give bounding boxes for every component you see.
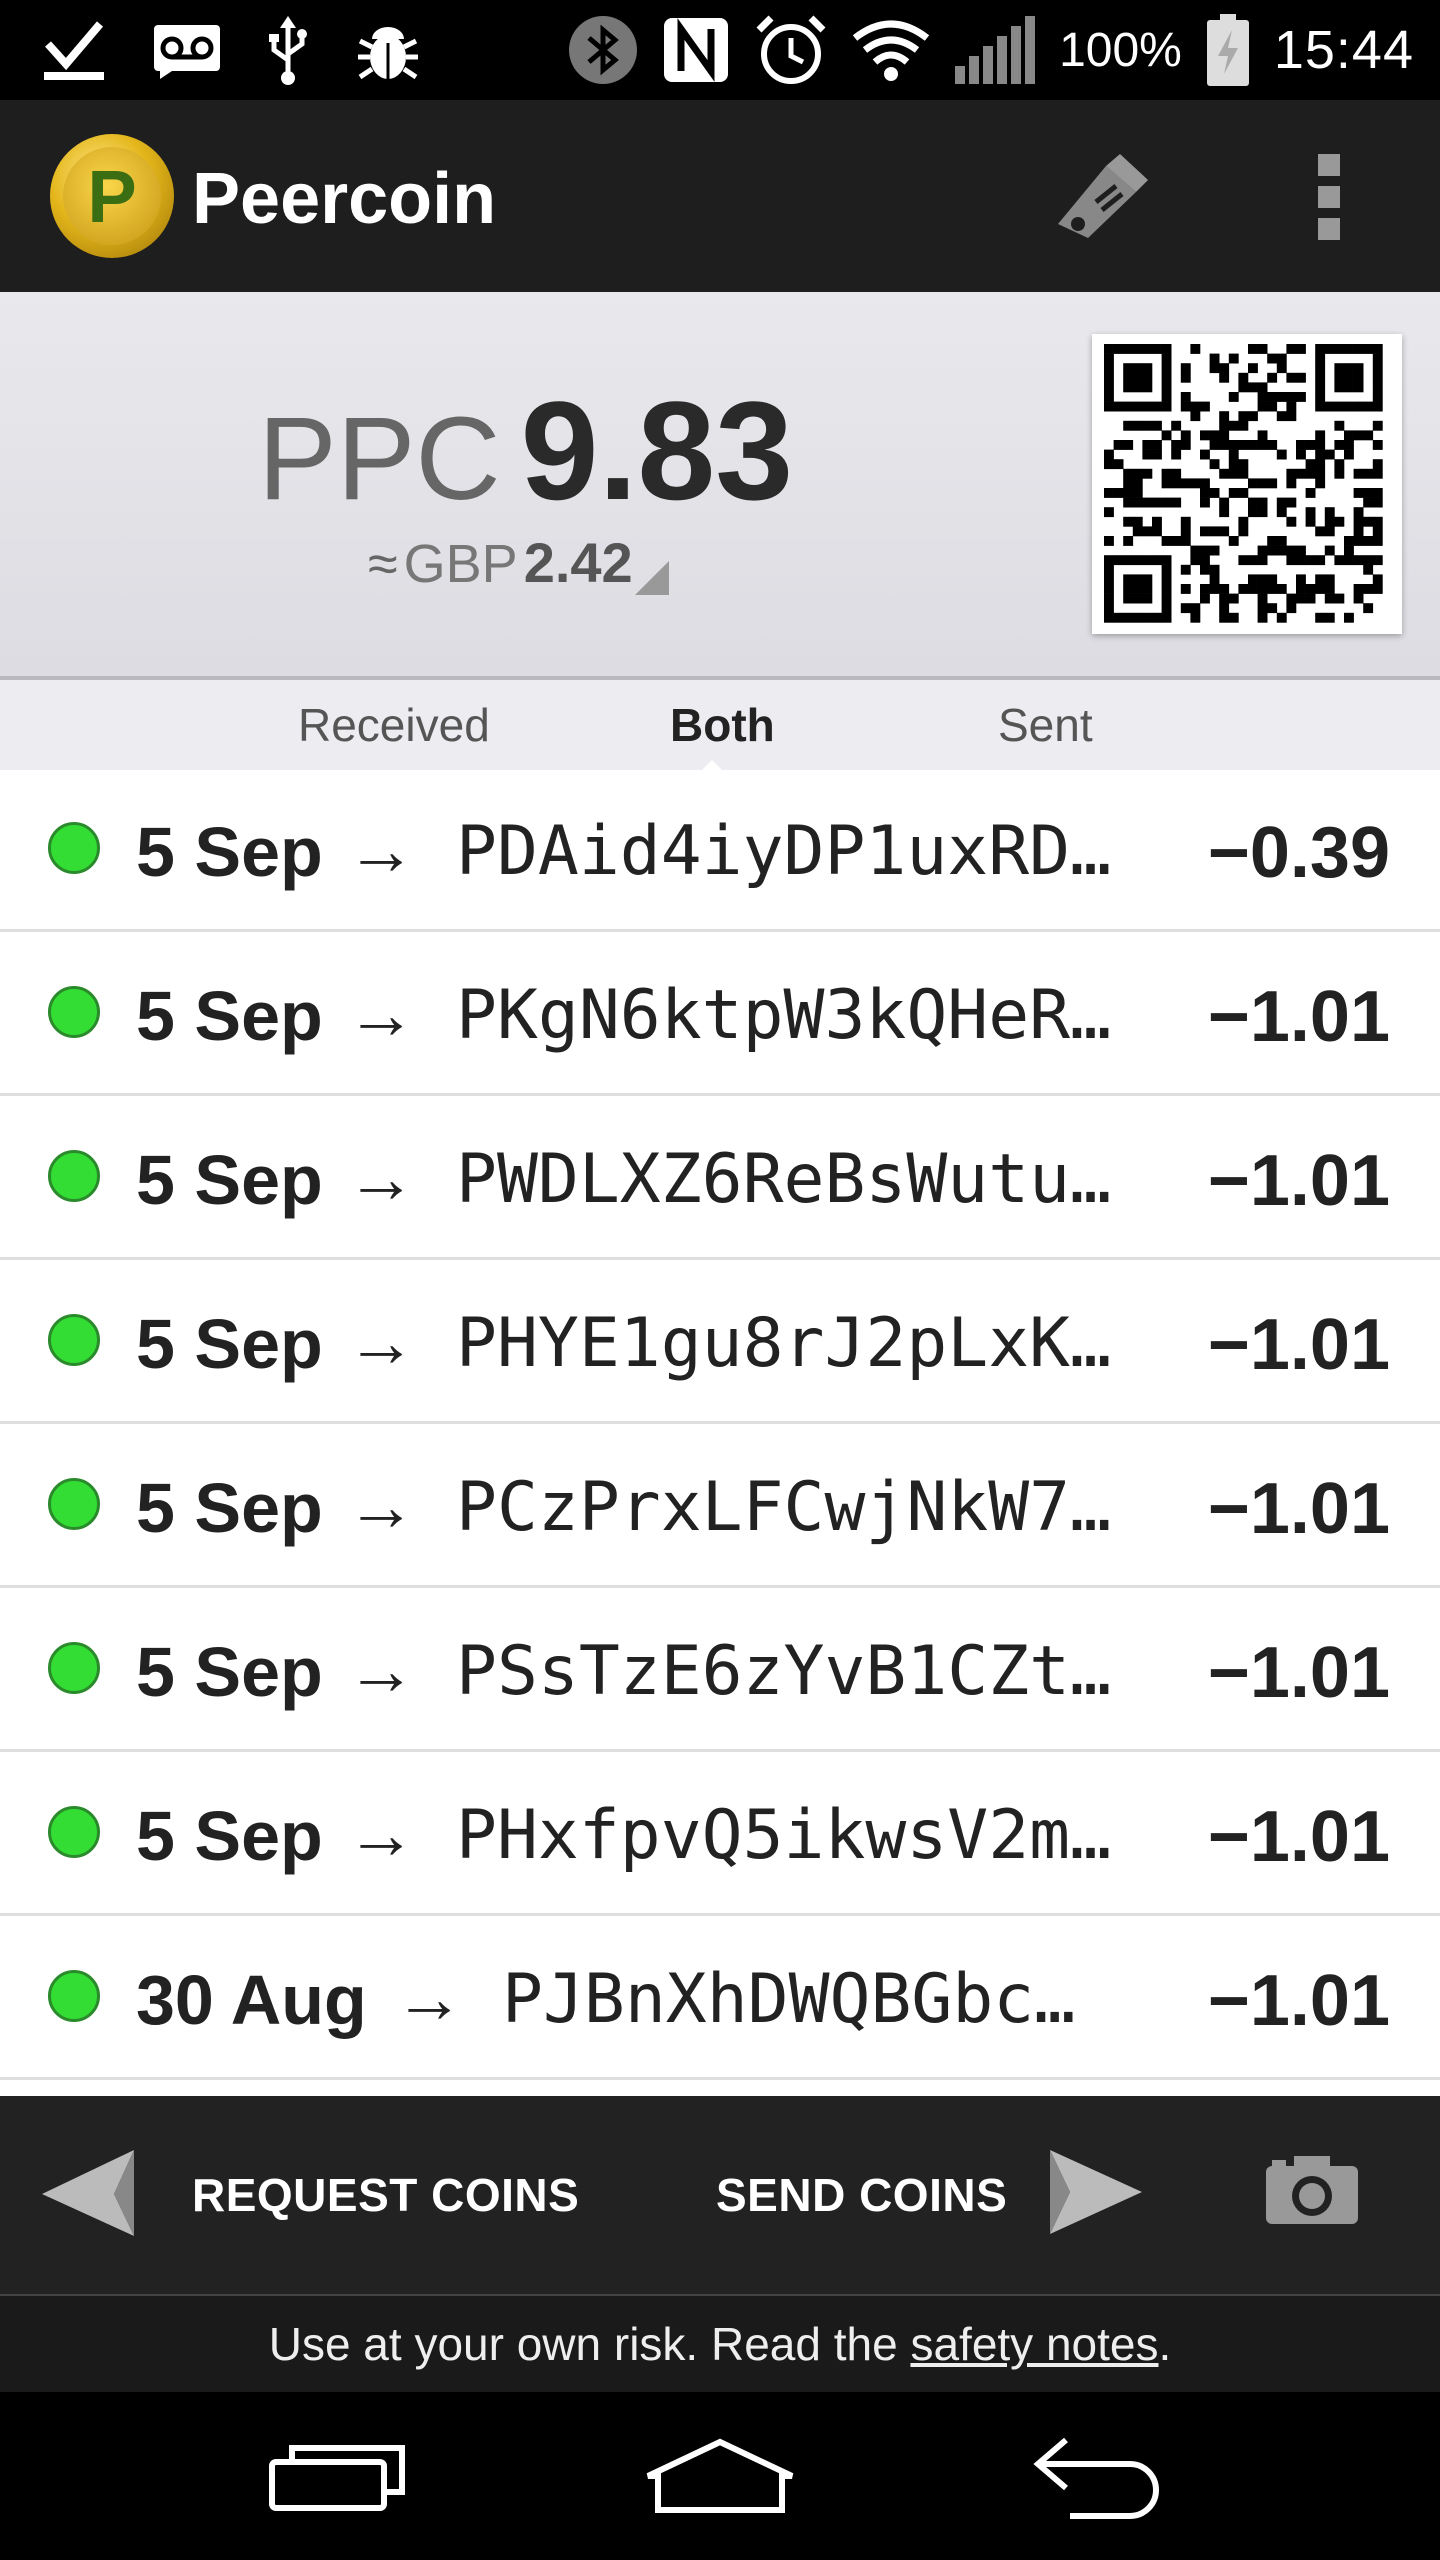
battery-percentage: 100% [1059, 23, 1182, 77]
balance-panel: PPC 9.83 ≈ GBP 2.42 [0, 292, 1440, 680]
direction-arrow-icon: → [346, 1139, 416, 1217]
transaction-date: 30 Aug [136, 1961, 367, 2039]
approx-symbol: ≈ [368, 534, 398, 594]
direction-arrow-icon: → [346, 1795, 416, 1873]
home-icon[interactable] [642, 2436, 798, 2521]
battery-icon [1204, 12, 1252, 88]
peercoin-logo[interactable]: P [50, 134, 174, 258]
transaction-address: PWDLXZ6ReBsWutu… [456, 1140, 1112, 1219]
exchange-rate-corner-icon [634, 561, 669, 595]
safety-prefix: Use at your own risk. Read the [268, 2318, 911, 2370]
transaction-row[interactable]: 5 Sep → PSsTzE6zYvB1CZt… −1.01 [0, 1590, 1440, 1752]
transaction-amount: −0.39 [1207, 813, 1390, 893]
transaction-amount: −1.01 [1207, 1797, 1390, 1877]
balance-currency: PPC [258, 393, 501, 525]
transaction-row[interactable]: 5 Sep → PHxfpvQ5ikwsV2m… −1.01 [0, 1754, 1440, 1916]
alarm-icon [753, 12, 829, 88]
tab-both[interactable]: Both [670, 698, 775, 752]
request-coins-button[interactable]: REQUEST COINS [192, 2168, 579, 2222]
wifi-icon [851, 18, 931, 82]
safety-suffix: . [1158, 2318, 1172, 2370]
direction-arrow-icon: → [346, 1467, 416, 1545]
balance-amount: 9.83 [520, 372, 794, 529]
safety-notice: Use at your own risk. Read the safety no… [0, 2296, 1440, 2392]
camera-scan-icon[interactable] [1264, 2152, 1360, 2231]
direction-arrow-icon: → [346, 1631, 416, 1709]
direction-arrow-icon: → [346, 811, 416, 889]
bluetooth-icon [567, 14, 639, 86]
transaction-date: 5 Sep [136, 1141, 323, 1219]
direction-arrow-icon: → [346, 1303, 416, 1381]
transaction-address: PKgN6ktpW3kQHeR… [456, 976, 1112, 1055]
debug-bug-icon [354, 19, 422, 83]
action-bar: REQUEST COINS SEND COINS [0, 2096, 1440, 2297]
voicemail-icon [152, 23, 222, 79]
edit-label-icon[interactable] [1050, 146, 1150, 246]
safety-notes-link[interactable]: safety notes [910, 2318, 1158, 2370]
confirmed-status-dot [48, 1970, 100, 2022]
fiat-balance[interactable]: ≈ GBP 2.42 [368, 530, 669, 595]
transaction-address: PCzPrxLFCwjNkW7… [456, 1468, 1112, 1547]
download-done-icon [40, 18, 108, 84]
system-nav-bar [0, 2392, 1440, 2560]
send-coins-button[interactable]: SEND COINS [716, 2168, 1007, 2222]
back-icon[interactable] [1030, 2436, 1174, 2525]
transaction-address: PDAid4iyDP1uxRD… [456, 812, 1112, 891]
app-title: Peercoin [192, 159, 497, 239]
transaction-date: 5 Sep [136, 977, 323, 1055]
usb-icon [266, 16, 310, 86]
transaction-row[interactable]: 5 Sep → PHYE1gu8rJ2pLxK… −1.01 [0, 1262, 1440, 1424]
clock-time: 15:44 [1273, 20, 1414, 80]
transaction-date: 5 Sep [136, 1469, 323, 1547]
tab-received[interactable]: Received [298, 698, 490, 752]
transaction-date: 5 Sep [136, 1305, 323, 1383]
transaction-address: PHxfpvQ5ikwsV2m… [456, 1796, 1112, 1875]
transaction-list[interactable]: 5 Sep → PDAid4iyDP1uxRD… −0.39 5 Sep → PKgN6kt… [0, 770, 1440, 2096]
overflow-menu-icon[interactable] [1300, 150, 1360, 244]
transaction-amount: −1.01 [1207, 1469, 1390, 1549]
confirmed-status-dot [48, 1150, 100, 1202]
send-coins-icon[interactable] [1046, 2146, 1142, 2245]
request-coins-icon[interactable] [42, 2146, 138, 2245]
transaction-amount: −1.01 [1207, 1633, 1390, 1713]
transaction-address: PSsTzE6zYvB1CZt… [456, 1632, 1112, 1711]
transaction-amount: −1.01 [1207, 1961, 1390, 2041]
direction-arrow-icon: → [346, 975, 416, 1053]
confirmed-status-dot [48, 822, 100, 874]
transaction-amount: −1.01 [1207, 1141, 1390, 1221]
direction-arrow-icon: → [394, 1959, 464, 2037]
transaction-filter-tabs: Received Both Sent [0, 680, 1440, 770]
confirmed-status-dot [48, 1314, 100, 1366]
fiat-amount: 2.42 [523, 531, 633, 594]
tab-sent[interactable]: Sent [998, 698, 1093, 752]
transaction-row[interactable]: 5 Sep → PCzPrxLFCwjNkW7… −1.01 [0, 1426, 1440, 1588]
transaction-row[interactable]: 30 Aug → PJBnXhDWQBGbc… −1.01 [0, 1918, 1440, 2080]
transaction-date: 5 Sep [136, 813, 323, 891]
cell-signal-icon [953, 14, 1037, 86]
nfc-icon [661, 15, 731, 85]
confirmed-status-dot [48, 986, 100, 1038]
transaction-date: 5 Sep [136, 1633, 323, 1711]
balance-main[interactable]: PPC 9.83 [258, 370, 793, 532]
app-bar: P Peercoin [0, 100, 1440, 292]
transaction-date: 5 Sep [136, 1797, 323, 1875]
confirmed-status-dot [48, 1642, 100, 1694]
transaction-address: PJBnXhDWQBGbc… [502, 1960, 1076, 2039]
status-bar: 100% 15:44 [0, 0, 1440, 100]
transaction-row[interactable]: 5 Sep → PDAid4iyDP1uxRD… −0.39 [0, 770, 1440, 932]
transaction-amount: −1.01 [1207, 977, 1390, 1057]
confirmed-status-dot [48, 1806, 100, 1858]
transaction-amount: −1.01 [1207, 1305, 1390, 1385]
confirmed-status-dot [48, 1478, 100, 1530]
logo-letter: P [63, 147, 161, 245]
transaction-row[interactable]: 5 Sep → PKgN6ktpW3kQHeR… −1.01 [0, 934, 1440, 1096]
recent-apps-icon[interactable] [268, 2442, 408, 2517]
transaction-address: PHYE1gu8rJ2pLxK… [456, 1304, 1112, 1383]
transaction-row[interactable]: 5 Sep → PWDLXZ6ReBsWutu… −1.01 [0, 1098, 1440, 1260]
fiat-currency: GBP [403, 534, 518, 594]
address-qr-code[interactable] [1092, 334, 1402, 634]
